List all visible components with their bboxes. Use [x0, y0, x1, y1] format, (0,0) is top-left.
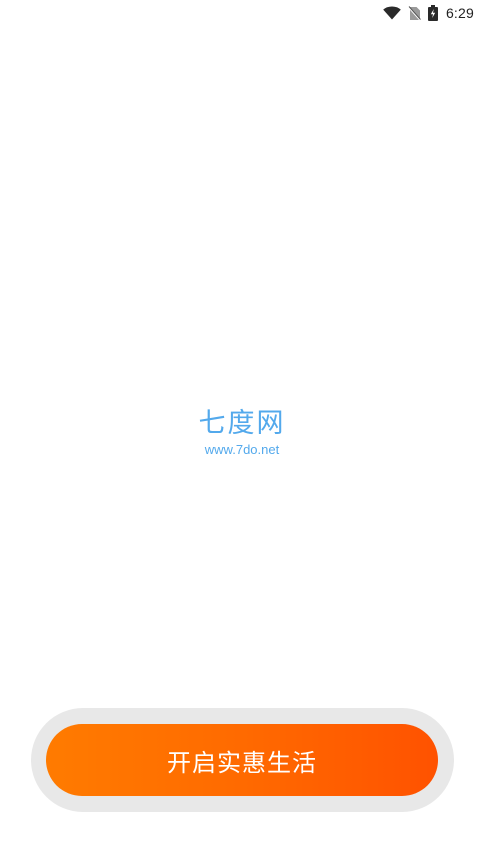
watermark-title: 七度网 [198, 408, 286, 439]
status-bar: 6:29 [0, 0, 484, 28]
watermark-url: www.7do.net [204, 442, 280, 457]
watermark: 七度网 www.7do.net [178, 408, 306, 458]
battery-charging-icon [427, 5, 438, 21]
start-button-label: 开启实惠生活 [167, 748, 317, 777]
status-time: 6:29 [445, 5, 474, 21]
status-icons: 6:29 [376, 4, 474, 22]
no-sim-icon [407, 5, 421, 21]
wifi-icon [383, 6, 401, 20]
start-button[interactable]: 开启实惠生活 [46, 724, 438, 796]
cta-button-track: 开启实惠生活 [31, 708, 454, 812]
